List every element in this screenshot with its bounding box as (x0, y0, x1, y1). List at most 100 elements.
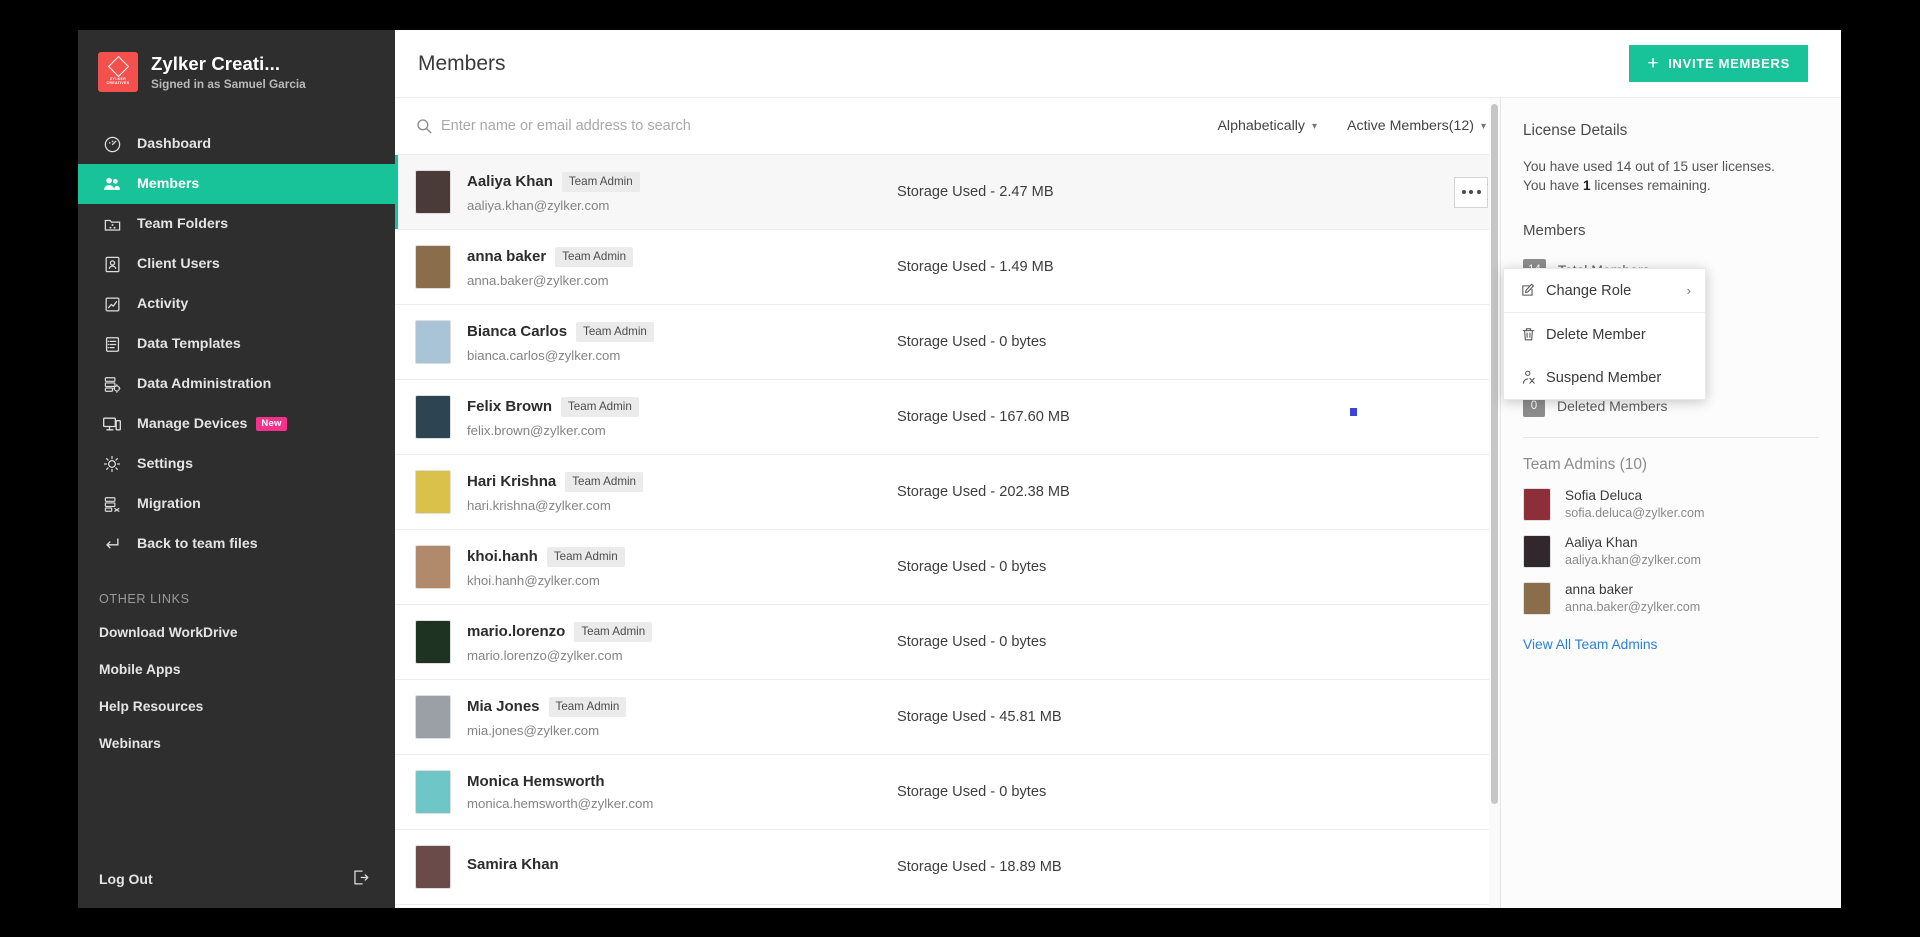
table-row[interactable]: Bianca CarlosTeam Adminbianca.carlos@zyl… (395, 305, 1500, 380)
team-folders-icon (101, 213, 123, 235)
status-filter-dropdown[interactable]: Active Members(12) ▾ (1347, 118, 1490, 134)
member-name: Monica Hemsworth (467, 773, 605, 790)
member-storage: Storage Used - 0 bytes (867, 784, 1500, 800)
member-name: Bianca Carlos (467, 323, 567, 340)
new-badge: New (256, 417, 286, 431)
table-row[interactable]: anna baker Team Admin anna.baker@zylker.co… (395, 230, 1500, 305)
migration-icon (101, 493, 123, 515)
list-item[interactable]: Sofia Delucasofia.deluca@zylker.com (1523, 488, 1819, 521)
member-storage: Storage Used - 0 bytes (867, 559, 1500, 575)
table-row[interactable]: Samira KhanStorage Used - 18.89 MB (395, 830, 1500, 905)
member-name: khoi.hanh (467, 548, 538, 565)
table-row[interactable]: Monica Hemsworthmonica.hemsworth@zylker.… (395, 755, 1500, 830)
list-item[interactable]: Aaliya Khanaaliya.khan@zylker.com (1523, 535, 1819, 568)
admin-name: Sofia Deluca (1565, 488, 1704, 503)
role-badge: Team Admin (576, 322, 654, 342)
sidebar-item-label: Dashboard (137, 136, 211, 152)
member-email: felix.brown@zylker.com (467, 423, 867, 438)
sidebar-item-data-administration[interactable]: Data Administration (78, 364, 395, 404)
invite-members-button[interactable]: + INVITE MEMBERS (1629, 45, 1808, 82)
link-help-resources[interactable]: Help Resources (78, 688, 395, 725)
client-users-icon (101, 253, 123, 275)
list-scrollbar[interactable] (1489, 98, 1500, 908)
link-webinars[interactable]: Webinars (78, 725, 395, 762)
brand-header[interactable]: ZYLKER CREATIVES Zylker Creati... Signed… (78, 30, 395, 112)
brand-logo-icon: ZYLKER CREATIVES (98, 52, 138, 92)
sort-dropdown[interactable]: Alphabetically ▾ (1217, 118, 1321, 134)
team-admins-count: (10) (1620, 456, 1647, 473)
row-more-options-button[interactable] (1454, 177, 1488, 208)
scrollbar-thumb[interactable] (1491, 104, 1498, 804)
role-badge: Team Admin (562, 172, 640, 192)
sidebar-item-dashboard[interactable]: Dashboard (78, 124, 395, 164)
avatar (415, 470, 451, 514)
sort-label: Alphabetically (1217, 118, 1305, 134)
brand-name: Zylker Creati... (151, 53, 306, 74)
license-line-2-pre: You have (1523, 178, 1583, 193)
member-email: hari.krishna@zylker.com (467, 498, 867, 513)
menu-item-delete-member[interactable]: Delete Member (1504, 313, 1705, 356)
sidebar-item-label: Client Users (137, 256, 220, 272)
team-admins-title: Team Admins (10) (1523, 456, 1819, 474)
sidebar-item-label: Activity (137, 296, 188, 312)
member-name: anna baker (467, 248, 546, 265)
member-storage: Storage Used - 167.60 MB (867, 409, 1500, 425)
plus-icon: + (1647, 54, 1659, 73)
member-storage: Storage Used - 2.47 MB (867, 184, 1454, 200)
member-email: mia.jones@zylker.com (467, 723, 867, 738)
table-row[interactable]: Hari KrishnaTeam Adminhari.krishna@zylke… (395, 455, 1500, 530)
list-item[interactable]: anna bakeranna.baker@zylker.com (1523, 582, 1819, 615)
sidebar-item-settings[interactable]: Settings (78, 444, 395, 484)
menu-item-change-role[interactable]: Change Role › (1504, 269, 1705, 312)
member-name: Aaliya Khan (467, 173, 553, 190)
license-line-1: You have used 14 out of 15 user licenses… (1523, 157, 1819, 176)
avatar (415, 620, 451, 664)
sidebar-item-label: Data Administration (137, 376, 271, 392)
sidebar-nav: Dashboard Members (78, 124, 395, 564)
admin-email: aaliya.khan@zylker.com (1565, 553, 1701, 567)
member-email: aaliya.khan@zylker.com (467, 198, 867, 213)
link-mobile-apps[interactable]: Mobile Apps (78, 651, 395, 688)
member-name: Felix Brown (467, 398, 552, 415)
menu-item-suspend-member[interactable]: Suspend Member (1504, 356, 1705, 399)
main-content: Members + INVITE MEMBERS Alphabetical (395, 30, 1841, 908)
sidebar-item-data-templates[interactable]: Data Templates (78, 324, 395, 364)
suspend-icon (1520, 369, 1546, 386)
members-list: Aaliya Khan Team Admin aaliya.khan@zylker.… (395, 155, 1500, 908)
logout-button[interactable]: Log Out (78, 850, 395, 908)
table-row[interactable]: Felix Brown Team Admin felix.brown@zylker.… (395, 380, 1500, 455)
panel-divider (1523, 437, 1819, 438)
member-context-menu: Change Role › Delete Member (1503, 268, 1706, 400)
trash-icon (1520, 326, 1546, 343)
link-download-workdrive[interactable]: Download WorkDrive (78, 614, 395, 651)
menu-item-label: Change Role (1546, 283, 1631, 299)
chevron-right-icon: › (1687, 283, 1691, 298)
member-email: khoi.hanh@zylker.com (467, 573, 867, 588)
avatar (1523, 488, 1551, 521)
role-badge: Team Admin (555, 247, 633, 267)
avatar (415, 545, 451, 589)
sidebar-item-team-folders[interactable]: Team Folders (78, 204, 395, 244)
table-row[interactable]: khoi.hanhTeam Adminkhoi.hanh@zylker.comS… (395, 530, 1500, 605)
edit-icon (1520, 282, 1546, 299)
logout-icon (351, 868, 370, 890)
role-badge: Team Admin (561, 397, 639, 417)
table-row[interactable]: Mia JonesTeam Adminmia.jones@zylker.comS… (395, 680, 1500, 755)
member-storage: Storage Used - 202.38 MB (867, 484, 1500, 500)
sidebar-item-members[interactable]: Members (78, 164, 395, 204)
sidebar-item-client-users[interactable]: Client Users (78, 244, 395, 284)
member-storage: Storage Used - 0 bytes (867, 334, 1500, 350)
dashboard-icon (101, 133, 123, 155)
table-row[interactable]: Aaliya Khan Team Admin aaliya.khan@zylker.… (395, 155, 1500, 230)
member-email: anna.baker@zylker.com (467, 273, 867, 288)
sidebar-item-manage-devices[interactable]: Manage Devices New (78, 404, 395, 444)
table-row[interactable]: mario.lorenzoTeam Adminmario.lorenzo@zyl… (395, 605, 1500, 680)
member-email: mario.lorenzo@zylker.com (467, 648, 867, 663)
sidebar-item-activity[interactable]: Activity (78, 284, 395, 324)
back-arrow-icon (101, 533, 123, 555)
settings-icon (101, 453, 123, 475)
view-all-team-admins-link[interactable]: View All Team Admins (1523, 637, 1819, 652)
search-input[interactable] (441, 118, 1191, 134)
sidebar-item-migration[interactable]: Migration (78, 484, 395, 524)
sidebar-item-back-to-team-files[interactable]: Back to team files (78, 524, 395, 564)
